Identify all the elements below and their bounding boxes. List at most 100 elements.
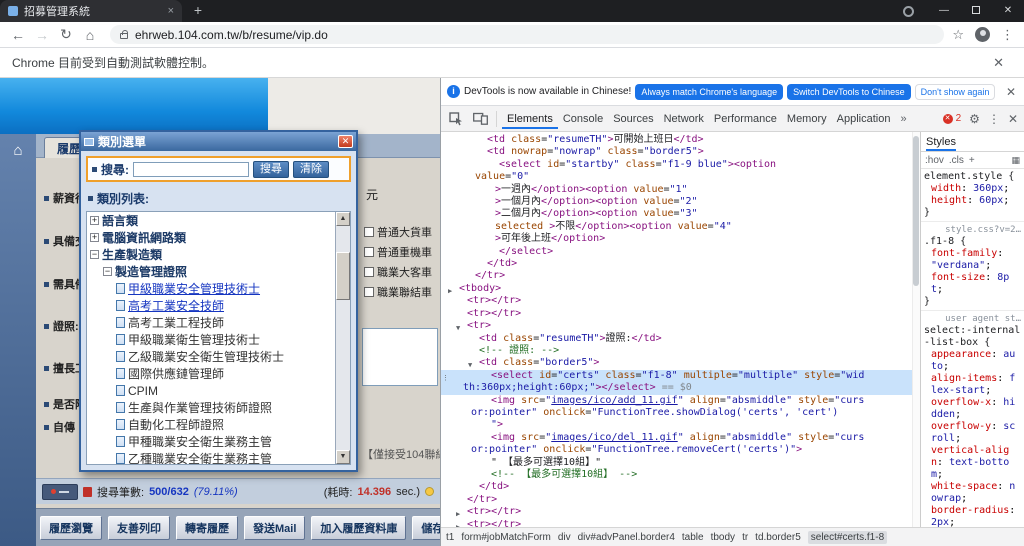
breadcrumb-item[interactable]: div#advPanel.border4 [578,532,675,543]
profile-icon[interactable] [903,5,914,17]
scrollbar-thumb[interactable] [336,252,350,300]
code-line[interactable]: th:360px;height:60px;"></select> == $0 [441,382,920,395]
code-line[interactable]: ▶ <tbody> [441,283,920,295]
tree-item[interactable]: 甲級職業安全管理技術士 [87,280,334,297]
collapsed-menu-button[interactable] [42,483,78,500]
devtools-tab-memory[interactable]: Memory [782,108,832,129]
dialog-titlebar[interactable]: 類別選單 ✕ [81,132,356,151]
checkbox[interactable] [364,227,374,237]
code-line[interactable]: or:pointer" onclick="FunctionTree.showDi… [441,407,920,419]
settings-gear-icon[interactable]: ⚙ [969,112,980,126]
browser-tab[interactable]: 招募管理系統 × [0,0,182,22]
tree-item[interactable]: 甲種職業安全衛生業務主管 [87,433,334,450]
reload-icon[interactable]: ↻ [54,26,78,43]
action-button[interactable]: 友善列印 [108,515,170,540]
code-line[interactable]: ▶ <tr></tr> [441,519,920,527]
code-line[interactable]: <img src="images/ico/del_11.gif" align="… [441,432,920,444]
tree-item[interactable]: + 語言類 [87,212,334,229]
forward-icon[interactable]: → [30,27,54,43]
action-button[interactable]: 發送Mail [244,515,306,540]
tree-item[interactable]: 生產與作業管理技術師證照 [87,399,334,416]
certs-multiselect-fragment[interactable] [362,328,438,386]
breadcrumb-item[interactable]: t1 [446,532,454,543]
checkbox[interactable] [364,247,374,257]
tree-item[interactable]: CPIM [87,382,334,399]
checkbox[interactable] [364,267,374,277]
expand-arrow-icon[interactable]: ▶ [456,521,460,527]
code-line[interactable]: </tr> [441,494,920,506]
infobar-close-icon[interactable]: ✕ [993,55,1012,71]
collapse-icon[interactable]: − [90,250,99,259]
tree-item[interactable]: 乙種職業安全衛生業務主管 [87,450,334,464]
devtools-tab-network[interactable]: Network [659,108,709,129]
switch-to-chinese-button[interactable]: Switch DevTools to Chinese [787,83,911,100]
expand-icon[interactable]: + [90,233,99,242]
maximize-button[interactable] [960,0,992,22]
window-close-button[interactable]: ✕ [992,0,1024,22]
tree-item[interactable]: 高考工業安全技師 [87,297,334,314]
lock-icon[interactable] [120,30,128,39]
checkbox[interactable] [364,287,374,297]
tab-styles[interactable]: Styles [926,133,956,151]
more-panels-icon[interactable]: » [897,113,909,125]
code-line[interactable]: <img src="images/ico/add_11.gif" align="… [441,395,920,407]
error-count-badge[interactable]: ✕ 2 [942,113,961,124]
breadcrumb-item[interactable]: form#jobMatchForm [461,532,550,543]
collapse-icon[interactable]: − [103,267,112,276]
devtools-tab-console[interactable]: Console [558,108,608,129]
license-checkbox-item[interactable]: 普通重機車 [364,244,432,260]
notification-close-icon[interactable]: ✕ [1006,85,1018,99]
devtools-menu-icon[interactable]: ⋮ [988,112,1000,126]
action-button[interactable]: 轉寄履歷 [176,515,238,540]
profile-avatar-icon[interactable] [975,27,990,42]
home-nav-icon[interactable]: ⌂ [0,142,36,159]
code-line[interactable]: <tr></tr> [441,308,920,320]
action-button[interactable]: 儲存條件資料 [412,515,440,540]
code-line[interactable]: >一週內</option><option value="1" [441,184,920,196]
code-line[interactable]: >二個月內</option><option value="3" [441,208,920,220]
home-icon[interactable]: ⌂ [78,27,102,43]
browser-menu-icon[interactable]: ⋮ [1001,27,1014,43]
tree-item[interactable]: 甲級職業衛生管理技術士 [87,331,334,348]
search-button[interactable]: 搜尋 [253,160,289,178]
bookmark-star-icon[interactable]: ☆ [952,27,964,43]
scroll-up-icon[interactable]: ▲ [336,212,350,226]
license-checkbox-item[interactable]: 職業大客車 [364,264,432,280]
code-line[interactable]: <tr></tr> [441,295,920,307]
tree-item[interactable]: 乙級職業安全衛生管理技術士 [87,348,334,365]
address-bar[interactable]: ehrweb.104.com.tw/b/resume/vip.do [110,25,945,44]
code-line[interactable]: selected >不限</option><option value="4" [441,221,920,233]
code-line[interactable]: value="0" [441,171,920,183]
devtools-tab-elements[interactable]: Elements [502,108,558,129]
style-filter-cls[interactable]: .cls [949,155,964,166]
tree-item[interactable]: 國際供應鏈管理師 [87,365,334,382]
code-line[interactable]: ▶ <tr></tr> [441,506,920,518]
tree-item[interactable]: 高考工業工程技師 [87,314,334,331]
grid-toggle-icon[interactable]: ▦ [1011,155,1020,166]
breadcrumb-item[interactable]: td.border5 [755,532,801,543]
minimize-button[interactable]: — [928,0,960,22]
devtools-tab-performance[interactable]: Performance [709,108,782,129]
tree-item[interactable]: + 電腦資訊網路類 [87,229,334,246]
inspect-element-icon[interactable] [445,109,467,129]
back-icon[interactable]: ← [6,27,30,43]
code-line[interactable]: </td> [441,481,920,493]
code-line[interactable]: ▼ <td class="border5"> [441,357,920,369]
dont-show-again-button[interactable]: Don't show again [914,83,996,100]
code-line[interactable]: " 【最多可選擇10組】" [441,457,920,469]
code-line[interactable]: </tr> [441,270,920,282]
license-checkbox-item[interactable]: 普通大貨車 [364,224,432,240]
breadcrumb-item[interactable]: div [558,532,571,543]
code-line[interactable]: ⋮ <select id="certs" class="f1-8" multipl… [441,369,920,383]
tree-item[interactable]: − 生產製造類 [87,246,334,263]
breadcrumb-item[interactable]: table [682,532,704,543]
code-line[interactable]: <select id="startby" class="f1-9 blue"><… [441,159,920,171]
elements-scrollbar[interactable] [912,132,920,527]
tree-item[interactable]: 自動化工程師證照 [87,416,334,433]
license-checkbox-item[interactable]: 職業聯結車 [364,284,432,300]
stylesheet-link[interactable]: style.css?v=2… [924,224,1021,236]
code-line[interactable]: >一個月內</option><option value="2" [441,196,920,208]
new-tab-button[interactable]: + [190,3,206,19]
tree-item[interactable]: − 製造管理證照 [87,263,334,280]
style-filter-[interactable]: + [969,155,975,166]
